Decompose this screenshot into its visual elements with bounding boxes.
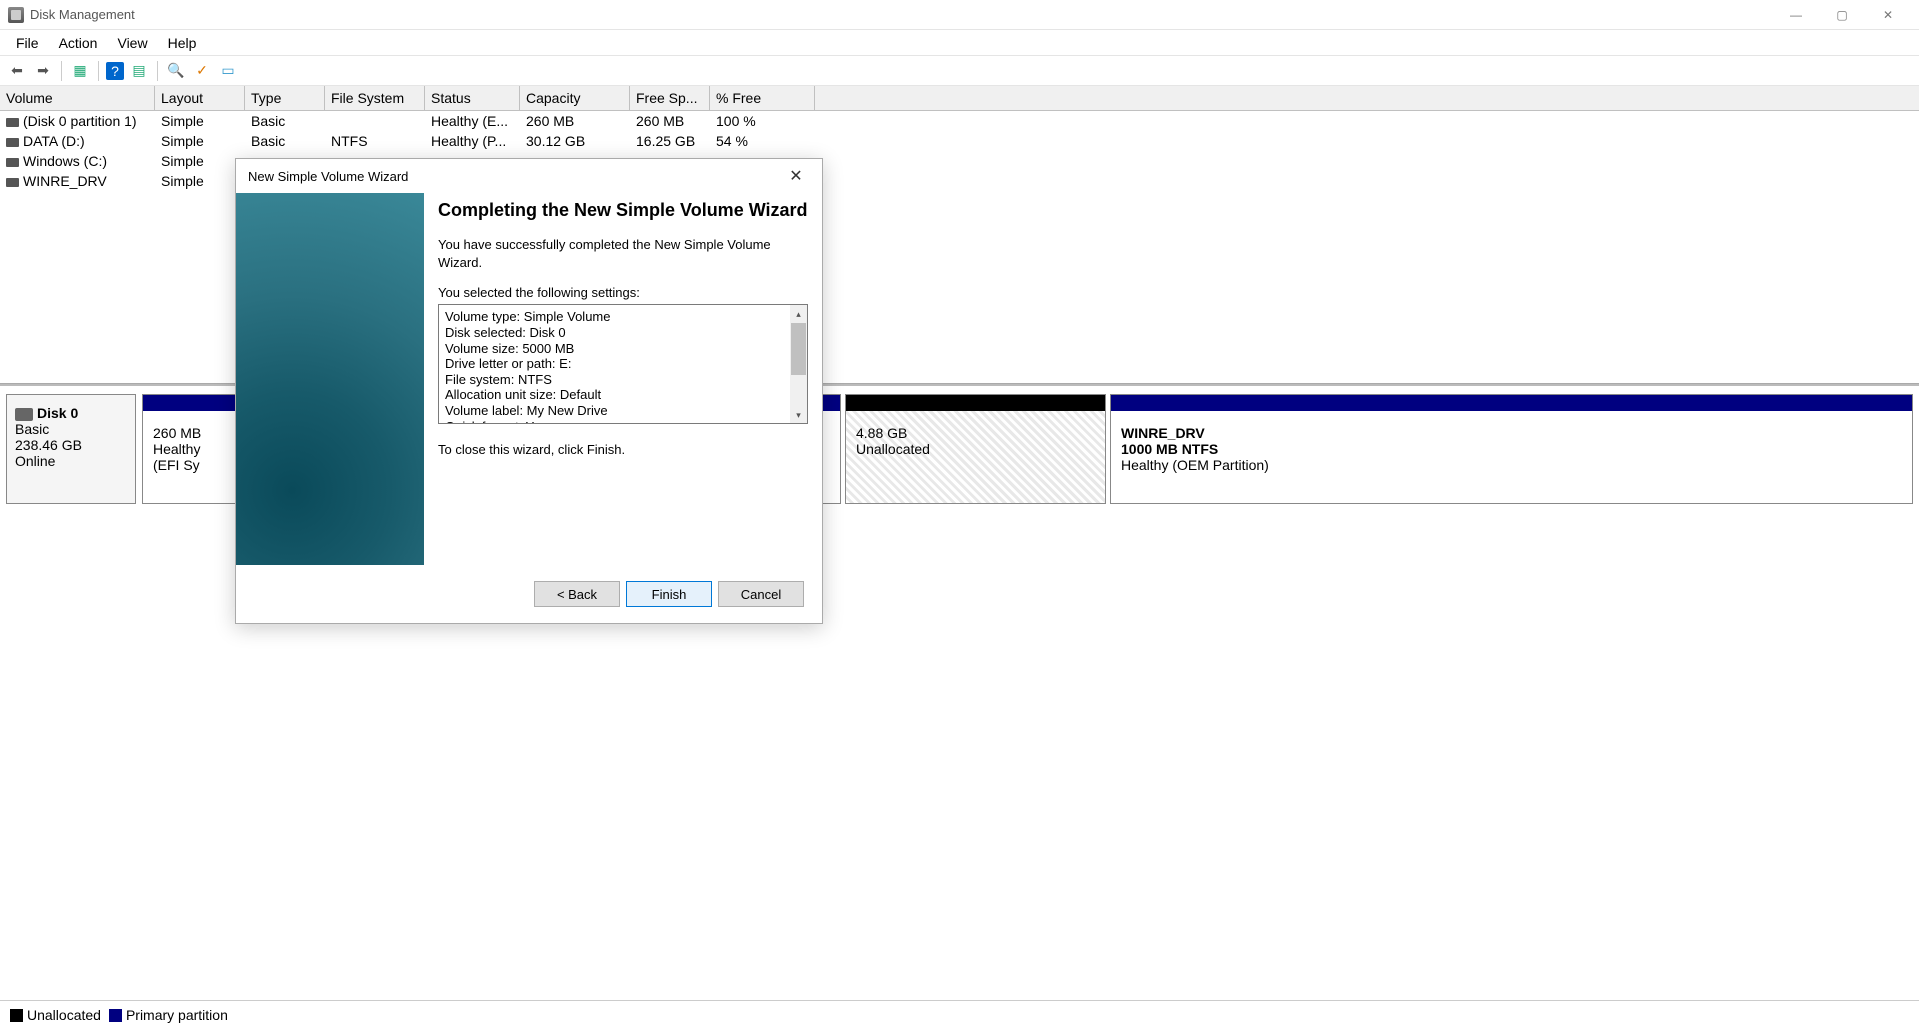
separator (98, 61, 99, 81)
col-layout[interactable]: Layout (155, 86, 245, 110)
settings-line: File system: NTFS (445, 372, 801, 388)
disk-status: Online (15, 453, 127, 469)
back-button[interactable]: < Back (534, 581, 620, 607)
dialog-titlebar: New Simple Volume Wizard ✕ (236, 159, 822, 193)
help-icon[interactable]: ? (106, 62, 124, 80)
finish-button[interactable]: Finish (626, 581, 712, 607)
partition[interactable]: 260 MBHealthy (EFI Sy (142, 394, 237, 504)
settings-line: Drive letter or path: E: (445, 356, 801, 372)
col-type[interactable]: Type (245, 86, 325, 110)
cancel-button[interactable]: Cancel (718, 581, 804, 607)
settings-line: Volume size: 5000 MB (445, 341, 801, 357)
settings-line: Quick format: Yes (445, 419, 801, 425)
wizard-settings-label: You selected the following settings: (438, 285, 808, 300)
settings-line: Disk selected: Disk 0 (445, 325, 801, 341)
maximize-button[interactable]: ▢ (1819, 0, 1865, 30)
dialog-close-icon[interactable]: ✕ (782, 162, 810, 190)
legend: Unallocated Primary partition (0, 1000, 1919, 1028)
table-row[interactable]: (Disk 0 partition 1)SimpleBasicHealthy (… (0, 111, 1919, 131)
wizard-dialog: New Simple Volume Wizard ✕ Completing th… (235, 158, 823, 624)
settings-line: Volume label: My New Drive (445, 403, 801, 419)
col-volume[interactable]: Volume (0, 86, 155, 110)
legend-primary: Primary partition (126, 1007, 228, 1023)
col-status[interactable]: Status (425, 86, 520, 110)
toolbar: ⬅ ➡ ▦ ? ▤ 🔍 ✓ ▭ (0, 56, 1919, 86)
disk-size: 238.46 GB (15, 437, 127, 453)
menu-file[interactable]: File (6, 33, 49, 53)
properties-icon[interactable]: ▭ (217, 60, 239, 82)
minimize-button[interactable]: — (1773, 0, 1819, 30)
disk-icon (15, 408, 33, 421)
wizard-close-message: To close this wizard, click Finish. (438, 442, 808, 457)
wizard-message: You have successfully completed the New … (438, 236, 808, 271)
legend-unallocated: Unallocated (27, 1007, 101, 1023)
disk-info[interactable]: Disk 0 Basic 238.46 GB Online (6, 394, 136, 504)
partition[interactable]: WINRE_DRV1000 MB NTFSHealthy (OEM Partit… (1110, 394, 1913, 504)
volume-header: Volume Layout Type File System Status Ca… (0, 86, 1919, 111)
legend-primary-swatch (109, 1009, 122, 1022)
dialog-buttons: < Back Finish Cancel (236, 565, 822, 623)
partition[interactable]: 4.88 GBUnallocated (845, 394, 1106, 504)
dialog-title: New Simple Volume Wizard (248, 169, 408, 184)
col-capacity[interactable]: Capacity (520, 86, 630, 110)
scroll-up-icon[interactable]: ▴ (790, 305, 807, 322)
close-button[interactable]: ✕ (1865, 0, 1911, 30)
separator (157, 61, 158, 81)
wizard-heading: Completing the New Simple Volume Wizard (438, 199, 808, 222)
table-row[interactable]: DATA (D:)SimpleBasicNTFSHealthy (P...30.… (0, 131, 1919, 151)
back-icon[interactable]: ⬅ (6, 60, 28, 82)
titlebar: Disk Management — ▢ ✕ (0, 0, 1919, 30)
col-pctfree[interactable]: % Free (710, 86, 815, 110)
legend-unallocated-swatch (10, 1009, 23, 1022)
settings-line: Allocation unit size: Default (445, 387, 801, 403)
forward-icon[interactable]: ➡ (32, 60, 54, 82)
menu-action[interactable]: Action (49, 33, 108, 53)
separator (61, 61, 62, 81)
menubar: File Action View Help (0, 30, 1919, 56)
disk-name: Disk 0 (37, 405, 78, 421)
scroll-thumb[interactable] (791, 323, 806, 375)
window-title: Disk Management (30, 7, 135, 22)
disk-type: Basic (15, 421, 127, 437)
settings-line: Volume type: Simple Volume (445, 309, 801, 325)
col-filesystem[interactable]: File System (325, 86, 425, 110)
wizard-settings-list[interactable]: Volume type: Simple VolumeDisk selected:… (438, 304, 808, 424)
show-hide-icon[interactable]: ▦ (69, 60, 91, 82)
scrollbar[interactable]: ▴ ▾ (790, 305, 807, 423)
app-icon (8, 7, 24, 23)
settings-icon[interactable]: ▤ (128, 60, 150, 82)
col-freespace[interactable]: Free Sp... (630, 86, 710, 110)
check-icon[interactable]: ✓ (191, 60, 213, 82)
scroll-down-icon[interactable]: ▾ (790, 406, 807, 423)
refresh-icon[interactable]: 🔍 (165, 60, 187, 82)
menu-view[interactable]: View (107, 33, 157, 53)
wizard-sidebar-image (236, 193, 424, 565)
menu-help[interactable]: Help (158, 33, 207, 53)
